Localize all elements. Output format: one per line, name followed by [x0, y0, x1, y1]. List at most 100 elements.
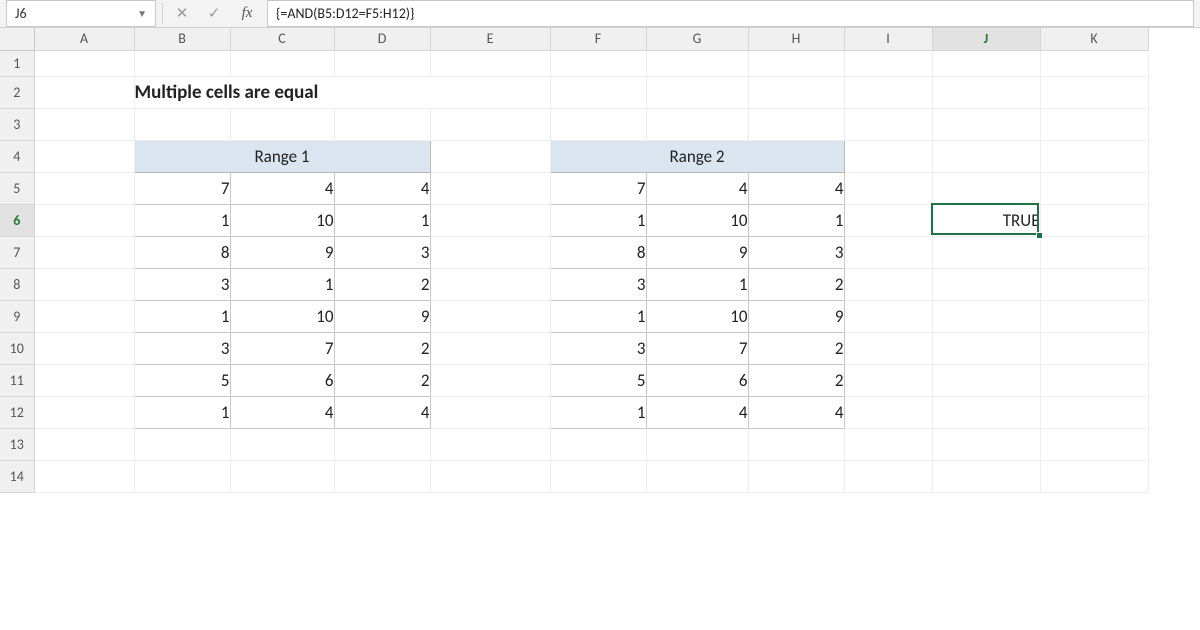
row-header-6[interactable]: 6 — [0, 204, 34, 236]
range1-header[interactable]: Range 1 — [134, 140, 430, 172]
cell[interactable] — [748, 76, 844, 108]
col-header-H[interactable]: H — [748, 28, 844, 50]
range1-cell[interactable]: 8 — [134, 236, 230, 268]
range1-cell[interactable]: 9 — [334, 300, 430, 332]
range1-cell[interactable]: 4 — [334, 396, 430, 428]
cell[interactable] — [1040, 76, 1148, 108]
formula-input[interactable]: {=AND(B5:D12=F5:H12)} — [267, 0, 1194, 27]
range2-cell[interactable]: 2 — [748, 332, 844, 364]
range1-cell[interactable]: 2 — [334, 268, 430, 300]
cell[interactable] — [932, 108, 1040, 140]
cell[interactable] — [34, 396, 134, 428]
col-header-C[interactable]: C — [230, 28, 334, 50]
cell[interactable] — [646, 50, 748, 76]
cell[interactable] — [34, 140, 134, 172]
cell[interactable] — [34, 76, 134, 108]
range2-cell[interactable]: 1 — [550, 396, 646, 428]
range1-cell[interactable]: 10 — [230, 300, 334, 332]
row-header-8[interactable]: 8 — [0, 268, 34, 300]
cell[interactable] — [932, 428, 1040, 460]
cell[interactable] — [748, 460, 844, 492]
cell[interactable] — [430, 396, 550, 428]
col-header-G[interactable]: G — [646, 28, 748, 50]
range1-cell[interactable]: 3 — [334, 236, 430, 268]
range1-cell[interactable]: 1 — [134, 396, 230, 428]
range2-cell[interactable]: 3 — [550, 268, 646, 300]
row-header-3[interactable]: 3 — [0, 108, 34, 140]
range1-cell[interactable]: 4 — [230, 172, 334, 204]
range2-cell[interactable]: 8 — [550, 236, 646, 268]
cell[interactable] — [932, 172, 1040, 204]
col-header-I[interactable]: I — [844, 28, 932, 50]
cell[interactable] — [34, 50, 134, 76]
row-header-1[interactable]: 1 — [0, 50, 34, 76]
cell[interactable] — [34, 332, 134, 364]
cancel-icon[interactable]: ✕ — [169, 0, 195, 27]
cell[interactable] — [430, 332, 550, 364]
range1-cell[interactable]: 2 — [334, 364, 430, 396]
cell[interactable] — [1040, 204, 1148, 236]
cell[interactable] — [646, 428, 748, 460]
cell[interactable] — [34, 268, 134, 300]
cell[interactable] — [844, 268, 932, 300]
cell[interactable] — [748, 50, 844, 76]
col-header-A[interactable]: A — [34, 28, 134, 50]
cell[interactable] — [1040, 396, 1148, 428]
cell[interactable] — [932, 268, 1040, 300]
cell[interactable] — [550, 460, 646, 492]
cell[interactable] — [430, 300, 550, 332]
fx-icon[interactable]: fx — [233, 0, 261, 27]
cell[interactable] — [430, 364, 550, 396]
cell[interactable] — [230, 50, 334, 76]
cell[interactable] — [430, 50, 550, 76]
range2-cell[interactable]: 4 — [748, 396, 844, 428]
cell[interactable] — [430, 204, 550, 236]
range1-cell[interactable]: 4 — [230, 396, 334, 428]
cell[interactable] — [430, 172, 550, 204]
row-header-12[interactable]: 12 — [0, 396, 34, 428]
spreadsheet[interactable]: A B C D E F G H I J K 1 — [0, 28, 1200, 493]
cell[interactable] — [932, 140, 1040, 172]
range1-cell[interactable]: 1 — [334, 204, 430, 236]
range2-cell[interactable]: 4 — [748, 172, 844, 204]
cell[interactable] — [748, 428, 844, 460]
cell[interactable] — [430, 268, 550, 300]
range2-cell[interactable]: 10 — [646, 300, 748, 332]
cell[interactable] — [34, 172, 134, 204]
range2-cell[interactable]: 3 — [748, 236, 844, 268]
cell[interactable] — [844, 236, 932, 268]
cell[interactable] — [932, 300, 1040, 332]
cell[interactable] — [430, 460, 550, 492]
range2-cell[interactable]: 9 — [748, 300, 844, 332]
cell[interactable] — [932, 364, 1040, 396]
cell[interactable] — [334, 108, 430, 140]
range2-cell[interactable]: 1 — [748, 204, 844, 236]
col-header-D[interactable]: D — [334, 28, 430, 50]
range1-cell[interactable]: 1 — [134, 204, 230, 236]
cell[interactable] — [844, 50, 932, 76]
range2-cell[interactable]: 1 — [550, 204, 646, 236]
cell[interactable] — [844, 428, 932, 460]
range2-cell[interactable]: 9 — [646, 236, 748, 268]
cell[interactable] — [932, 332, 1040, 364]
col-header-E[interactable]: E — [430, 28, 550, 50]
range2-cell[interactable]: 10 — [646, 204, 748, 236]
cell[interactable] — [34, 300, 134, 332]
cell[interactable] — [134, 50, 230, 76]
row-header-7[interactable]: 7 — [0, 236, 34, 268]
cell[interactable] — [334, 50, 430, 76]
cell[interactable] — [844, 108, 932, 140]
range2-cell[interactable]: 6 — [646, 364, 748, 396]
cell[interactable] — [550, 76, 646, 108]
cell[interactable] — [550, 50, 646, 76]
cell[interactable] — [844, 172, 932, 204]
range2-header[interactable]: Range 2 — [550, 140, 844, 172]
cell[interactable] — [932, 50, 1040, 76]
cell[interactable] — [34, 108, 134, 140]
range2-cell[interactable]: 1 — [646, 268, 748, 300]
range1-cell[interactable]: 2 — [334, 332, 430, 364]
cell[interactable] — [230, 108, 334, 140]
range1-cell[interactable]: 4 — [334, 172, 430, 204]
row-header-14[interactable]: 14 — [0, 460, 34, 492]
range2-cell[interactable]: 4 — [646, 172, 748, 204]
